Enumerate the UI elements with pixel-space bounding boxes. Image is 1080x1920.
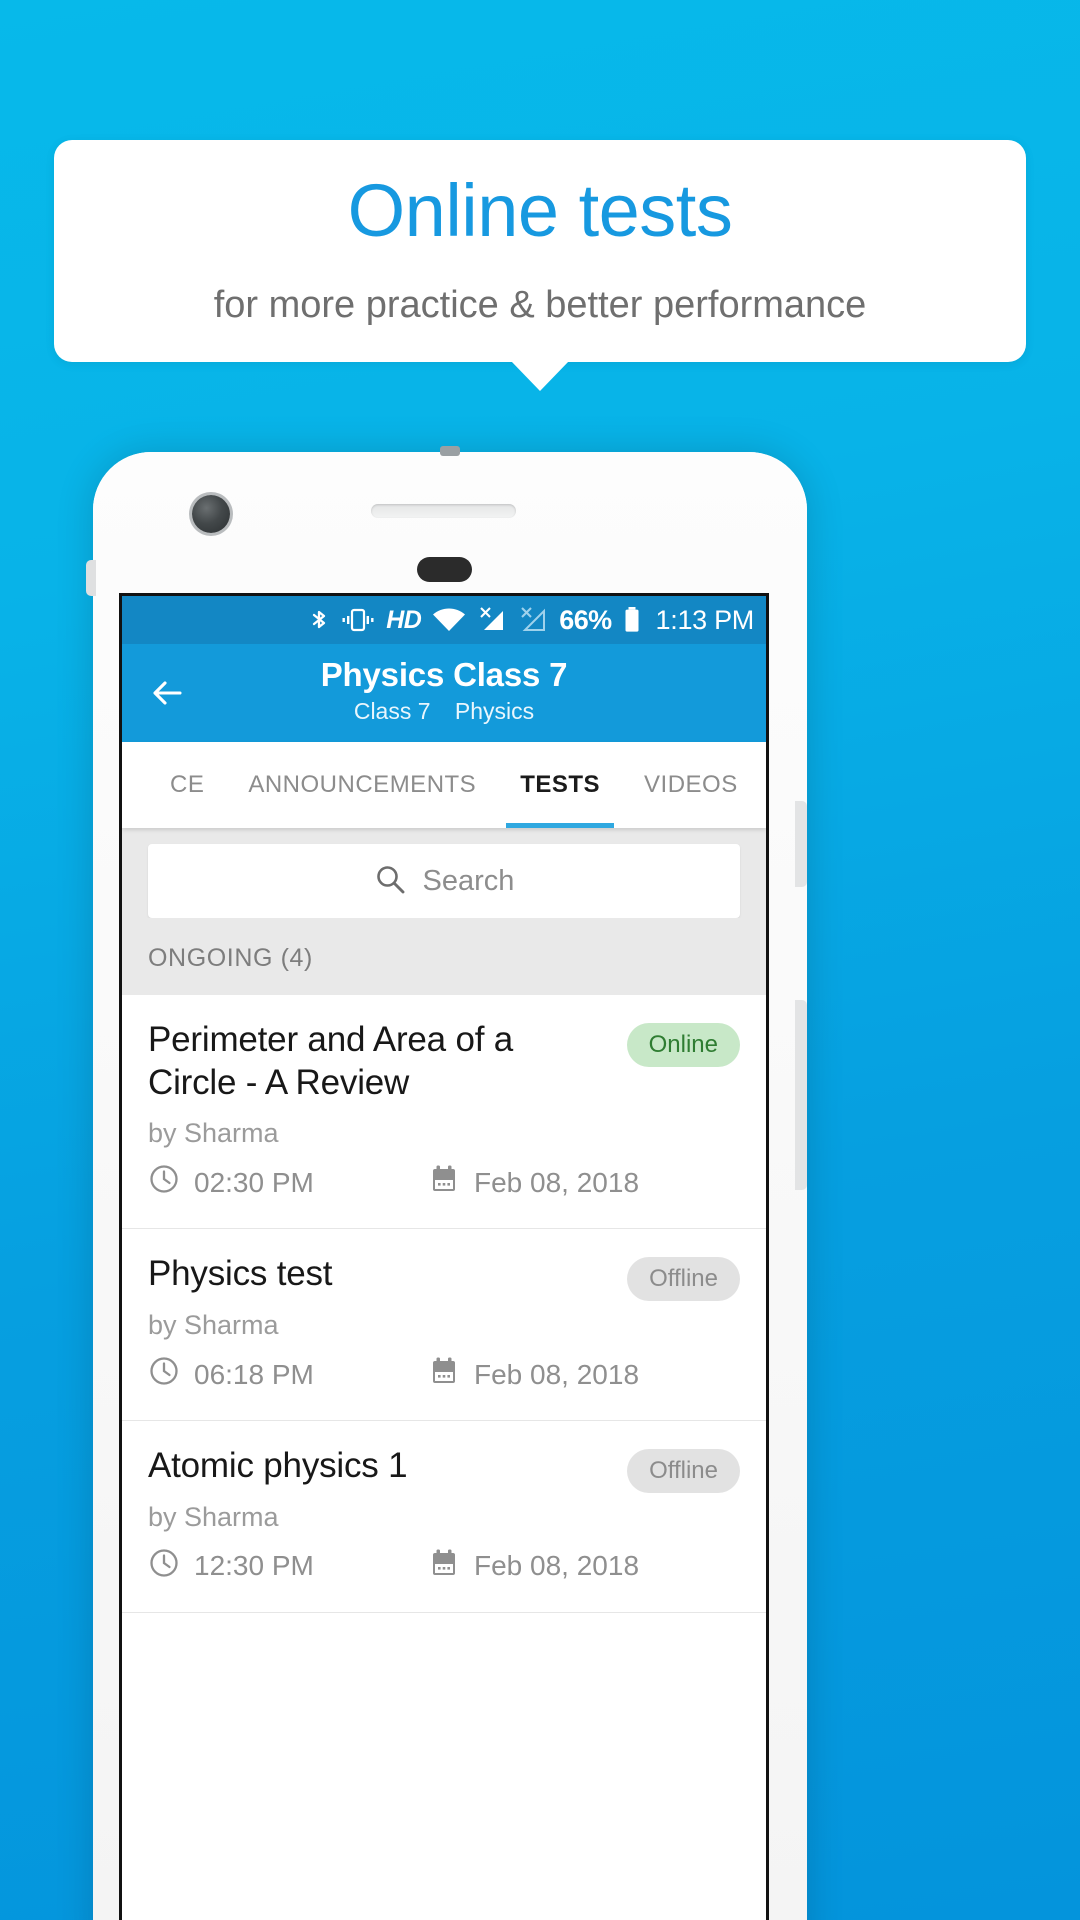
test-time: 06:18 PM bbox=[148, 1355, 428, 1394]
test-meta-row: 12:30 PM Feb 08, 2018 bbox=[148, 1547, 740, 1586]
bluetooth-icon bbox=[308, 605, 330, 635]
test-title: Atomic physics 1 bbox=[148, 1446, 408, 1486]
breadcrumb-class: Class 7 bbox=[353, 697, 431, 724]
front-camera-icon bbox=[192, 495, 230, 533]
breadcrumb-subject: Physics bbox=[454, 697, 535, 724]
earpiece-speaker bbox=[371, 504, 516, 518]
promo-subtitle: for more practice & better performance bbox=[213, 284, 867, 326]
test-time-label: 02:30 PM bbox=[194, 1166, 314, 1198]
test-time: 02:30 PM bbox=[148, 1163, 428, 1202]
tab-announcements[interactable]: ANNOUNCEMENTS bbox=[226, 742, 498, 828]
search-placeholder: Search bbox=[422, 864, 515, 897]
breadcrumb: Class 7 Physics bbox=[122, 697, 766, 726]
test-author: by Sharma bbox=[148, 1310, 279, 1341]
clock-icon bbox=[148, 1547, 180, 1586]
promo-callout: Online tests for more practice & better … bbox=[54, 140, 1026, 362]
status-badge: Offline bbox=[627, 1257, 740, 1302]
section-header-ongoing: ONGOING (4) bbox=[122, 918, 766, 995]
list-item[interactable]: Physics test by Sharma 06:18 PM Feb 08, … bbox=[122, 1229, 766, 1422]
test-title: Physics test bbox=[148, 1254, 333, 1294]
phone-side-button-left bbox=[86, 560, 96, 596]
status-clock: 1:13 PM bbox=[655, 604, 755, 635]
list-item[interactable]: Perimeter and Area of a Circle - A Revie… bbox=[122, 995, 766, 1230]
tests-list: Perimeter and Area of a Circle - A Revie… bbox=[122, 995, 766, 1613]
test-date-label: Feb 08, 2018 bbox=[474, 1358, 640, 1390]
hd-icon: HD bbox=[386, 605, 422, 634]
battery-icon bbox=[623, 605, 641, 635]
test-meta-row: 06:18 PM Feb 08, 2018 bbox=[148, 1355, 740, 1394]
list-item[interactable]: Atomic physics 1 by Sharma 12:30 PM Feb … bbox=[122, 1421, 766, 1613]
phone-power-button bbox=[795, 801, 807, 887]
test-meta-row: 02:30 PM Feb 08, 2018 bbox=[148, 1163, 740, 1202]
search-icon bbox=[374, 863, 406, 900]
test-author: by Sharma bbox=[148, 1118, 279, 1149]
status-bar: HD 66% 1:13 PM bbox=[122, 596, 766, 644]
test-date: Feb 08, 2018 bbox=[428, 1547, 639, 1586]
wifi-icon bbox=[432, 605, 466, 635]
back-arrow-icon[interactable] bbox=[144, 670, 190, 716]
page-title: Physics Class 7 bbox=[320, 656, 568, 693]
test-date: Feb 08, 2018 bbox=[428, 1355, 639, 1394]
phone-volume-button bbox=[795, 1000, 807, 1190]
search-input[interactable]: Search bbox=[148, 844, 740, 918]
test-date-label: Feb 08, 2018 bbox=[474, 1550, 640, 1582]
calendar-icon bbox=[428, 1355, 460, 1394]
test-author: by Sharma bbox=[148, 1501, 279, 1532]
tab-bar: CE ANNOUNCEMENTS TESTS VIDEOS bbox=[122, 742, 766, 828]
promo-callout-tail bbox=[511, 361, 569, 391]
test-time-label: 12:30 PM bbox=[194, 1550, 314, 1582]
phone-screen: HD 66% 1:13 PM Physics Class 7 Class 7 P… bbox=[119, 593, 769, 1920]
app-bar: Physics Class 7 Class 7 Physics bbox=[122, 644, 766, 742]
signal-2-icon bbox=[518, 605, 548, 635]
battery-percent-label: 66% bbox=[559, 604, 612, 635]
test-time-label: 06:18 PM bbox=[194, 1358, 314, 1390]
proximity-sensor bbox=[417, 557, 472, 582]
vibrate-icon bbox=[341, 605, 375, 635]
test-date-label: Feb 08, 2018 bbox=[474, 1166, 640, 1198]
test-title: Perimeter and Area of a Circle - A Revie… bbox=[148, 1020, 514, 1102]
test-date: Feb 08, 2018 bbox=[428, 1163, 639, 1202]
search-zone: Search bbox=[122, 828, 766, 918]
promo-screenshot-stage: Online tests for more practice & better … bbox=[0, 0, 1080, 1920]
phone-antenna-nub bbox=[440, 446, 460, 456]
status-badge: Offline bbox=[627, 1449, 740, 1494]
tab-tests[interactable]: TESTS bbox=[498, 742, 622, 828]
status-badge: Online bbox=[626, 1023, 740, 1067]
clock-icon bbox=[148, 1163, 180, 1202]
calendar-icon bbox=[428, 1547, 460, 1586]
tab-videos[interactable]: VIDEOS bbox=[622, 742, 760, 828]
test-time: 12:30 PM bbox=[148, 1547, 428, 1586]
signal-1-icon bbox=[477, 605, 507, 635]
promo-title: Online tests bbox=[347, 169, 733, 252]
clock-icon bbox=[148, 1355, 180, 1394]
tab-ce[interactable]: CE bbox=[148, 742, 226, 828]
calendar-icon bbox=[428, 1163, 460, 1202]
